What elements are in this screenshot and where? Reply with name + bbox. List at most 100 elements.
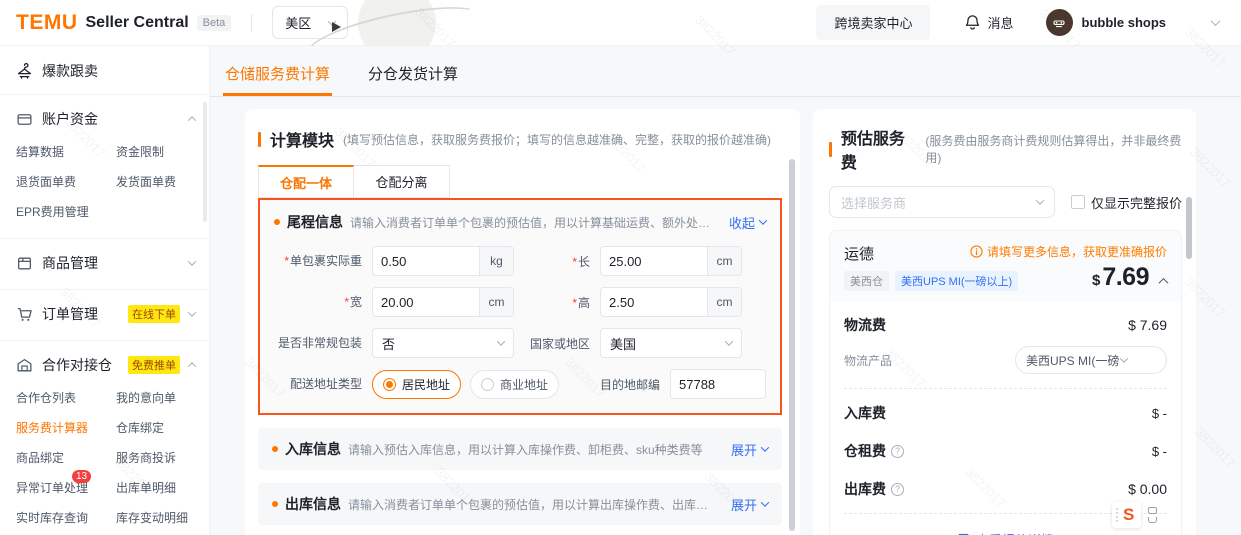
- business-radio[interactable]: 商业地址: [470, 370, 559, 399]
- tab-separated[interactable]: 仓配分离: [354, 165, 450, 198]
- hanger-icon: [16, 63, 33, 80]
- sidebar-item-outbound-detail[interactable]: 出库单明细: [116, 479, 210, 496]
- sidebar-group-label: 合作对接仓: [42, 355, 119, 375]
- collapse-chevron-icon[interactable]: [188, 362, 196, 370]
- inbound-fee-label: 入库费: [844, 403, 886, 423]
- drag-handle-icon[interactable]: [1116, 508, 1118, 522]
- sidebar-item-warehouse-binding[interactable]: 仓库绑定: [116, 419, 210, 436]
- length-field: cm: [600, 246, 742, 276]
- beta-badge: Beta: [197, 15, 232, 31]
- unconventional-select[interactable]: 否: [372, 328, 514, 358]
- sidebar-item-epr-fee[interactable]: EPR费用管理: [16, 203, 116, 220]
- s-logo-icon[interactable]: S: [1123, 505, 1134, 525]
- sidebar-item-fund-limit[interactable]: 资金限制: [116, 143, 201, 160]
- sidebar-scrollbar[interactable]: [203, 102, 207, 222]
- sidebar-item-settlement-data[interactable]: 结算数据: [16, 143, 116, 160]
- height-input[interactable]: [601, 288, 707, 316]
- help-icon[interactable]: [891, 445, 904, 458]
- sidebar-item-label: 异常订单处理: [16, 481, 88, 495]
- region-select[interactable]: 美区: [272, 6, 348, 39]
- zipcode-input[interactable]: [670, 369, 766, 399]
- cross-border-seller-center-button[interactable]: 跨境卖家中心: [816, 5, 930, 40]
- chevron-down-icon: [725, 337, 733, 345]
- unconventional-label: 是否非常规包装: [274, 335, 362, 351]
- length-input[interactable]: [601, 247, 707, 275]
- sidebar-item-product-binding[interactable]: 商品绑定: [16, 449, 116, 466]
- width-unit: cm: [479, 288, 513, 316]
- sidebar-item-shipping-label-fee[interactable]: 发货面单费: [116, 173, 201, 190]
- sidebar-group-product-mgmt[interactable]: 商品管理: [0, 239, 209, 283]
- messages-button[interactable]: 消息: [964, 13, 1013, 32]
- account-chevron-down-icon[interactable]: [1211, 16, 1221, 26]
- module-tabs: 仓配一体 仓配分离: [258, 165, 782, 198]
- country-select[interactable]: 美国: [600, 328, 742, 358]
- length-unit: cm: [707, 247, 741, 275]
- width-input[interactable]: [373, 288, 479, 316]
- bullet-dot-icon: [272, 446, 278, 452]
- expand-link[interactable]: 展开: [723, 440, 768, 459]
- address-type-label: 配送地址类型: [274, 376, 362, 392]
- tab-storage-fee-calc[interactable]: 仓储服务费计算: [223, 56, 332, 96]
- sidebar-item-inventory-changes[interactable]: 库存变动明细: [116, 509, 210, 526]
- residential-radio[interactable]: 居民地址: [372, 370, 461, 399]
- sidebar-group-order-mgmt[interactable]: 订单管理 在线下单: [0, 290, 209, 334]
- residential-label: 居民地址: [402, 376, 450, 393]
- logistics-product-select[interactable]: 美西UPS MI(一磅: [1015, 346, 1167, 374]
- provider-select[interactable]: 选择服务商: [829, 186, 1055, 218]
- zipcode-label: 目的地邮编: [596, 376, 660, 393]
- quote-card-header[interactable]: 运德 美西仓 美西UPS MI(一磅以上) 请填写更多信息，获取更准确报价: [830, 231, 1181, 302]
- sidebar-item-my-intent-order[interactable]: 我的意向单: [116, 389, 210, 406]
- collapse-link[interactable]: 收起: [721, 213, 766, 232]
- help-icon[interactable]: [891, 483, 904, 496]
- sidebar-item-provider-complaint[interactable]: 服务商投诉: [116, 449, 210, 466]
- weight-input[interactable]: [373, 247, 479, 275]
- calculation-module-card: 计算模块 (填写预估信息，获取服务费报价；填写的信息越准确、完整，获取的报价越准…: [245, 109, 800, 535]
- checkbox-icon[interactable]: [1071, 195, 1085, 209]
- expand-chevron-icon[interactable]: [188, 308, 196, 316]
- screenshot-widget[interactable]: S: [1112, 502, 1157, 528]
- currency-symbol: $: [1092, 272, 1100, 289]
- sidebar-item-service-fee-calculator[interactable]: 服务费计算器: [16, 419, 116, 436]
- main-content: 仓储服务费计算 分仓发货计算 计算模块 (填写预估信息，获取服务费报价；填写的信…: [210, 46, 1241, 535]
- info-icon: [970, 245, 983, 258]
- chevron-down-icon: [761, 443, 769, 451]
- widget-magnet-icon[interactable]: [1148, 517, 1157, 523]
- avatar[interactable]: [1046, 9, 1073, 36]
- account-funds-submenu: 结算数据 资金限制 退货面单费 发货面单费 EPR费用管理: [0, 139, 209, 232]
- sidebar-group-account-funds[interactable]: 账户资金: [0, 95, 209, 139]
- calc-card-scrollbar[interactable]: [789, 159, 795, 531]
- sidebar-item-abnormal-orders[interactable]: 异常订单处理 13: [16, 479, 116, 496]
- quote-warning: 请填写更多信息，获取更准确报价: [987, 243, 1167, 260]
- quote-list-scrollbar[interactable]: [1186, 197, 1192, 259]
- sidebar-item-coop-warehouse-list[interactable]: 合作仓列表: [16, 389, 116, 406]
- estimated-fee-card: 预估服务费 (服务费由服务商计费规则估算得出，并非最终费用) 选择服务商 仅显示…: [813, 109, 1196, 535]
- username[interactable]: bubble shops: [1082, 15, 1167, 30]
- collapse-chevron-icon[interactable]: [1159, 278, 1169, 288]
- widget-record-icon[interactable]: [1148, 507, 1157, 514]
- temu-logo[interactable]: TEMU: [16, 11, 78, 35]
- sidebar-item-realtime-inventory[interactable]: 实时库存查询: [16, 509, 116, 526]
- sidebar-group-coop-warehouse[interactable]: 合作对接仓 免费推单: [0, 341, 209, 385]
- chevron-down-icon: [328, 17, 336, 25]
- tab-split-shipping-calc[interactable]: 分仓发货计算: [366, 56, 460, 96]
- tail-section-title: 尾程信息: [287, 212, 343, 232]
- expand-link[interactable]: 展开: [723, 495, 768, 514]
- expand-chevron-icon[interactable]: [188, 257, 196, 265]
- sidebar-item-return-label-fee[interactable]: 退货面单费: [16, 173, 116, 190]
- outbound-section-desc: 请输入消费者订单单个包裹的预估值，用以计算出库操作费、出库托盘费、续件费等: [348, 496, 716, 513]
- inbound-info-section: 入库信息 请输入预估入库信息，用以计算入库操作费、卸柜费、sku种类费等 展开: [258, 428, 782, 470]
- estimate-title: 预估服务费: [841, 125, 917, 173]
- tab-integrated[interactable]: 仓配一体: [258, 165, 354, 198]
- country-select-value: 美国: [610, 334, 636, 353]
- box-icon: [16, 255, 33, 272]
- inbound-fee-value: $ -: [1152, 406, 1167, 421]
- sidebar-item-hot-sale[interactable]: 爆款跟卖: [0, 46, 209, 95]
- weight-unit: kg: [479, 247, 513, 275]
- complete-quote-checkbox-row[interactable]: 仅显示完整报价: [1071, 193, 1182, 212]
- header-divider: [251, 14, 252, 32]
- bell-icon: [964, 14, 981, 31]
- collapse-chevron-icon[interactable]: [188, 116, 196, 124]
- business-label: 商业地址: [500, 376, 548, 393]
- height-label: 高: [526, 294, 590, 311]
- warehouse-icon: [16, 357, 33, 374]
